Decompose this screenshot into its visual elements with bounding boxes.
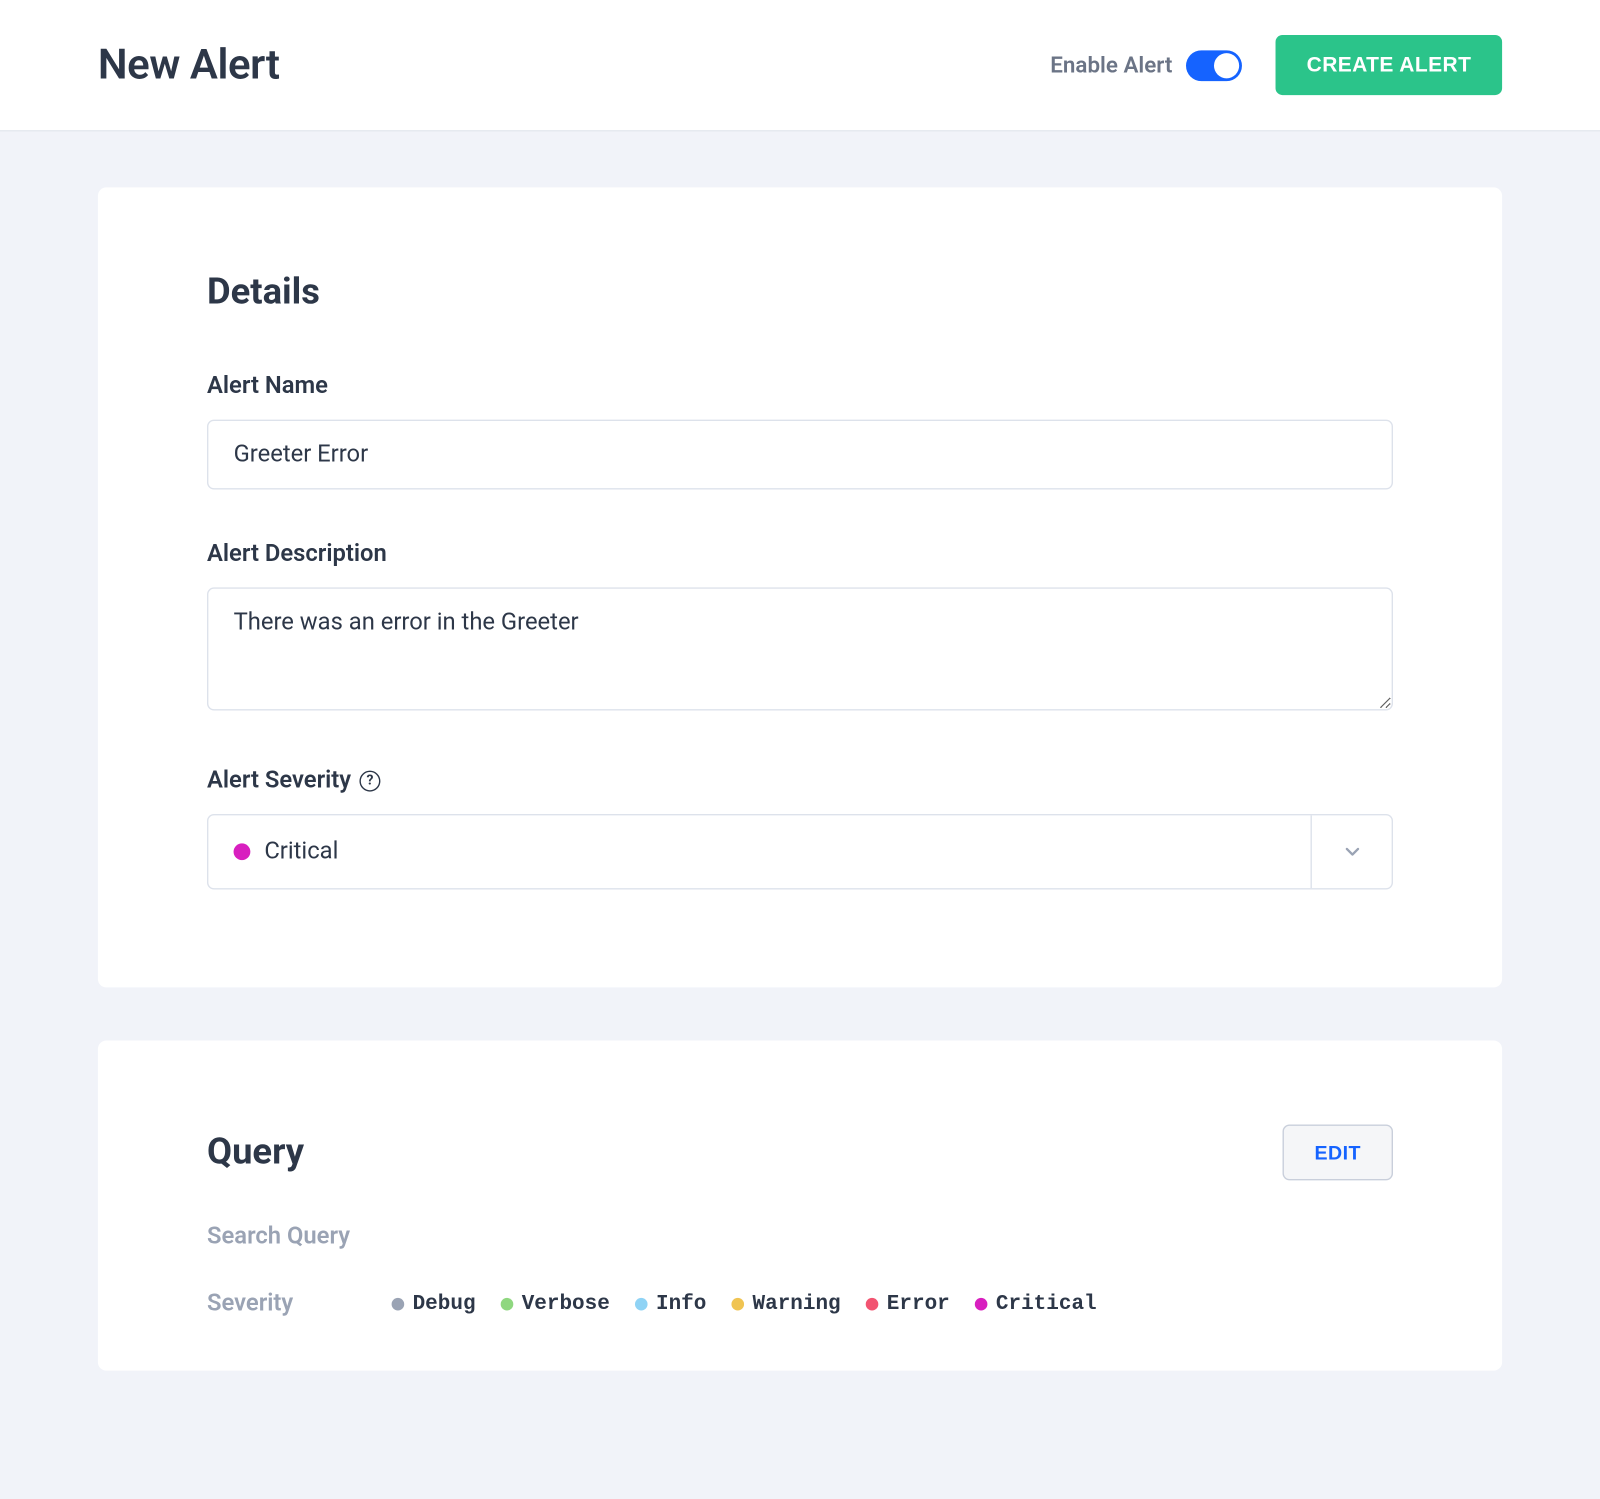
severity-item-label: Verbose <box>522 1292 610 1316</box>
alert-description-input[interactable] <box>207 587 1393 710</box>
alert-name-input[interactable] <box>207 420 1393 490</box>
edit-query-button[interactable]: EDIT <box>1282 1124 1393 1180</box>
query-section-title: Query <box>207 1131 304 1173</box>
query-card: Query EDIT Search Query Severity Debug Ve… <box>98 1041 1502 1371</box>
alert-severity-label: Alert Severity ? <box>207 766 1393 794</box>
header-bar: New Alert Enable Alert CREATE ALERT <box>0 0 1600 131</box>
enable-alert-label: Enable Alert <box>1050 52 1172 79</box>
severity-list: Debug Verbose Info Warning Error Critical <box>392 1292 1097 1316</box>
alert-description-label: Alert Description <box>207 540 1393 568</box>
alert-severity-field: Alert Severity ? Critical <box>207 766 1393 889</box>
help-icon[interactable]: ? <box>360 770 381 791</box>
details-card: Details Alert Name Alert Description Ale… <box>98 187 1502 987</box>
severity-item-label: Info <box>656 1292 706 1316</box>
alert-name-field: Alert Name <box>207 372 1393 489</box>
severity-item: Warning <box>732 1292 841 1316</box>
create-alert-button[interactable]: CREATE ALERT <box>1276 35 1502 95</box>
alert-description-field: Alert Description <box>207 540 1393 716</box>
alert-severity-selected: Critical <box>208 815 1310 888</box>
alert-severity-label-text: Alert Severity <box>207 766 351 794</box>
severity-dot-icon <box>234 843 251 860</box>
severity-dot-icon <box>635 1297 648 1310</box>
severity-dot-icon <box>866 1297 879 1310</box>
severity-item-label: Critical <box>996 1292 1097 1316</box>
alert-severity-select[interactable]: Critical <box>207 814 1393 890</box>
search-query-row: Search Query <box>207 1222 1393 1250</box>
severity-item: Info <box>635 1292 706 1316</box>
header-actions: Enable Alert CREATE ALERT <box>1050 35 1502 95</box>
severity-dot-icon <box>392 1297 405 1310</box>
chevron-down-icon <box>1310 815 1391 888</box>
search-query-label: Search Query <box>207 1222 392 1250</box>
severity-item-label: Debug <box>413 1292 476 1316</box>
severity-item: Debug <box>392 1292 476 1316</box>
query-section-header: Query EDIT <box>207 1124 1393 1180</box>
alert-name-label: Alert Name <box>207 372 1393 400</box>
details-section-title: Details <box>207 271 1393 313</box>
severity-item: Error <box>866 1292 950 1316</box>
severity-row-label: Severity <box>207 1290 392 1318</box>
enable-alert-group: Enable Alert <box>1050 50 1242 81</box>
severity-dot-icon <box>501 1297 514 1310</box>
severity-dot-icon <box>732 1297 745 1310</box>
severity-item-label: Warning <box>753 1292 841 1316</box>
enable-alert-toggle[interactable] <box>1186 50 1242 81</box>
content-area: Details Alert Name Alert Description Ale… <box>0 131 1600 1370</box>
severity-item-label: Error <box>887 1292 950 1316</box>
page-title: New Alert <box>98 41 280 90</box>
alert-severity-selected-text: Critical <box>264 838 338 866</box>
toggle-knob <box>1214 52 1239 77</box>
severity-dot-icon <box>975 1297 988 1310</box>
severity-item: Verbose <box>501 1292 610 1316</box>
severity-item: Critical <box>975 1292 1097 1316</box>
severity-row: Severity Debug Verbose Info Warning Error Cri… <box>207 1290 1393 1318</box>
